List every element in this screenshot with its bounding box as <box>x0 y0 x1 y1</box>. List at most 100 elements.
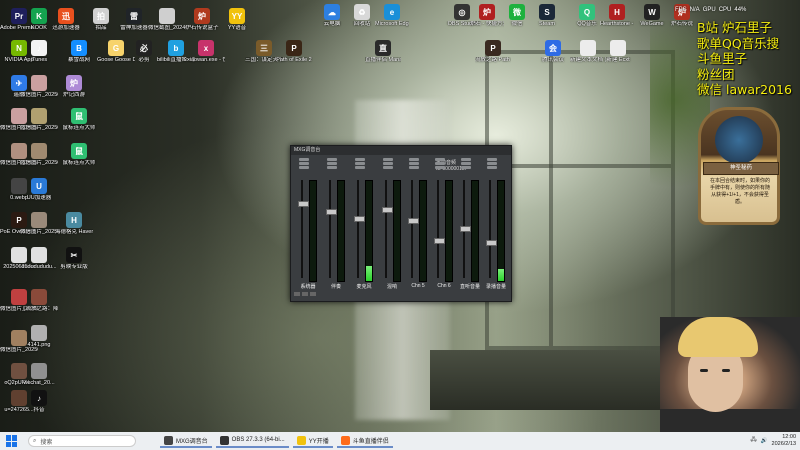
desktop-shortcut[interactable]: ☁ 云电脑 <box>315 4 349 28</box>
edge-icon: e <box>384 4 400 20</box>
fader-knob[interactable] <box>326 208 337 215</box>
taskbar-app-button[interactable]: MXG调音台 <box>160 434 212 448</box>
mixer-title[interactable]: MXG调音台 <box>291 146 511 155</box>
desktop-shortcut[interactable]: 炉炉石 - 快捷方式 <box>470 4 504 28</box>
desktop-shortcut[interactable]: 炉炉石传说盒子 <box>183 8 221 32</box>
desktop-shortcut[interactable]: xxiaowan.exe - 快捷方式 <box>187 40 225 64</box>
mixer-window[interactable]: MXG调音台 当前音频 ID 000000187 系统器 伴奏 麦克风 混响 Chn 5… <box>290 145 512 302</box>
fader-knob[interactable] <box>354 216 365 223</box>
cpu-label: CPU <box>718 7 732 13</box>
desktop-shortcut[interactable]: HHearthstone - 快捷方式 <box>600 4 634 28</box>
desktop-shortcut[interactable]: ✂ 剪映专业版 <box>55 247 93 271</box>
desktop-shortcut[interactable]: 鼠鼠标连点大师 <box>60 143 98 167</box>
desktop-shortcut[interactable]: 微信截图_2024071... <box>148 8 186 32</box>
desktop-shortcut[interactable]: 鼠鼠标连点大师 <box>60 108 98 132</box>
desktop-shortcut[interactable]: 微信图片_2025072... <box>20 143 58 167</box>
channel-toggle-button[interactable] <box>435 166 445 169</box>
channel-toggle-button[interactable] <box>435 162 445 165</box>
fader-knob[interactable] <box>434 237 445 244</box>
taskbar: ⌕ 搜索 MXG调音台 OBS 27.3.3 (64-bi... YY开播 斗鱼直播伴… <box>0 432 800 450</box>
channel-toggle-button[interactable] <box>299 162 309 165</box>
channel-toggle-button[interactable] <box>327 166 337 169</box>
desktop-shortcut[interactable]: 直直播伴侣 Manager... <box>365 40 401 64</box>
channel-toggle-button[interactable] <box>409 158 419 161</box>
channel-toggle-button[interactable] <box>383 158 393 161</box>
channel-toggle-button[interactable] <box>355 162 365 165</box>
channel-toggle-button[interactable] <box>355 158 365 161</box>
desktop-shortcut[interactable]: P Path of Exile 2 <box>275 40 313 64</box>
channel-toggle-button[interactable] <box>461 162 471 165</box>
desktop-shortcut[interactable]: 微信图片_2025091... <box>0 330 38 354</box>
channel-toggle-button[interactable] <box>327 162 337 165</box>
desktop-shortcut[interactable]: ♪ iTunes <box>20 40 58 64</box>
fader-track <box>411 180 413 278</box>
desktop-shortcut[interactable]: S Steam <box>530 4 564 28</box>
taskbar-app-button[interactable]: YY开播 <box>292 434 333 448</box>
desktop-shortcut[interactable]: ♻ 回收站 <box>345 4 379 28</box>
channel-toggle-button[interactable] <box>383 166 393 169</box>
havendock-icon: H <box>66 212 82 228</box>
channel-toggle-button[interactable] <box>461 158 471 161</box>
desktop-shortcut[interactable]: 微微信 <box>500 4 534 28</box>
channel-toggle-button[interactable] <box>299 158 309 161</box>
wegame-icon: W <box>644 4 660 20</box>
desktop-shortcut[interactable]: Q QQ音乐 <box>570 4 604 28</box>
channel-label: 系统器 <box>300 284 316 290</box>
taskbar-search[interactable]: ⌕ 搜索 <box>28 435 136 447</box>
volume-icon[interactable]: 🔊 <box>761 438 768 444</box>
channel-toggle-button[interactable] <box>461 166 471 169</box>
channel-toggle-button[interactable] <box>487 158 497 161</box>
desktop-shortcut[interactable]: ♪ 抖音 <box>20 390 58 414</box>
fader-knob[interactable] <box>408 218 419 225</box>
channel-toggle-button[interactable] <box>299 166 309 169</box>
desktop-shortcut[interactable]: e Microsoft Edge <box>375 4 409 28</box>
channel-toggle-button[interactable] <box>327 158 337 161</box>
taskbar-app-button[interactable]: OBS 27.3.3 (64-bi... <box>215 434 289 448</box>
shortcut-label: 微信图片_2025073... <box>20 229 58 235</box>
desktop-shortcut[interactable]: dududududu... <box>20 247 58 271</box>
fader-knob[interactable] <box>460 226 471 233</box>
mixer-footer-button[interactable] <box>302 292 308 296</box>
image-file-icon <box>31 212 47 228</box>
channel-toggle-button[interactable] <box>487 166 497 169</box>
channel-toggle-button[interactable] <box>355 166 365 169</box>
channel-toggle-button[interactable] <box>383 162 393 165</box>
mixer-app-icon <box>164 435 173 445</box>
taskbar-app-button[interactable]: 斗鱼直播伴侣 <box>336 434 393 448</box>
desktop-shortcut[interactable]: 微信图片_2025072... <box>20 75 58 99</box>
desktop-shortcut[interactable]: U UU加速器 <box>20 178 58 202</box>
clicker-icon: 鼠 <box>71 108 87 124</box>
shortcut-label: 微信图片_2025072... <box>20 160 58 166</box>
fader-track <box>437 180 439 278</box>
clock[interactable]: 12:00 2026/2/13 <box>772 434 796 447</box>
fader-knob[interactable] <box>486 239 497 246</box>
network-icon[interactable]: 🖧 <box>751 436 757 445</box>
desktop-shortcut[interactable]: 《流放之路：降临》预先... <box>20 289 58 313</box>
taskbar-app-label: OBS 27.3.3 (64-bi... <box>231 437 285 443</box>
mixer-channel: 直听音量 <box>457 158 483 293</box>
desktop-shortcut[interactable]: YY YY语音 <box>218 8 256 32</box>
channel-toggle-button[interactable] <box>435 158 445 161</box>
desktop-shortcut[interactable]: W WeGame <box>635 4 669 28</box>
desktop-shortcut[interactable]: wechat_20... <box>20 363 58 387</box>
desktop-shortcut[interactable]: 微信图片_2025073... <box>20 212 58 236</box>
desktop-shortcut[interactable]: 迅迅游加速器 <box>47 8 85 32</box>
desktop-shortcut[interactable]: P流放之路 Path of... <box>475 40 511 64</box>
start-button[interactable] <box>6 435 18 447</box>
desktop-shortcut[interactable]: 微信图片_2025072... <box>20 108 58 132</box>
shortcut-label: Hearthstone - 快捷方式 <box>600 21 634 27</box>
hearthstone-icon: H <box>609 4 625 20</box>
fader-knob[interactable] <box>382 206 393 213</box>
desktop-shortcut[interactable]: 炉炉记西游 <box>55 75 93 99</box>
channel-toggle-button[interactable] <box>409 166 419 169</box>
paipin-icon: 拍 <box>93 8 109 24</box>
channel-toggle-button[interactable] <box>409 162 419 165</box>
desktop-shortcut[interactable]: 会腾讯会议 <box>535 40 571 64</box>
channel-toggle-button[interactable] <box>487 162 497 165</box>
mixer-footer-button[interactable] <box>310 292 316 296</box>
desktop-shortcut[interactable]: 新建 Ecxt <box>600 40 636 64</box>
fader-knob[interactable] <box>298 201 309 208</box>
desktop-shortcut[interactable]: H海德格克 Havendock <box>55 212 93 236</box>
desktop-shortcut[interactable]: B 暴雪战网 <box>60 40 98 64</box>
mixer-footer-button[interactable] <box>294 292 300 296</box>
